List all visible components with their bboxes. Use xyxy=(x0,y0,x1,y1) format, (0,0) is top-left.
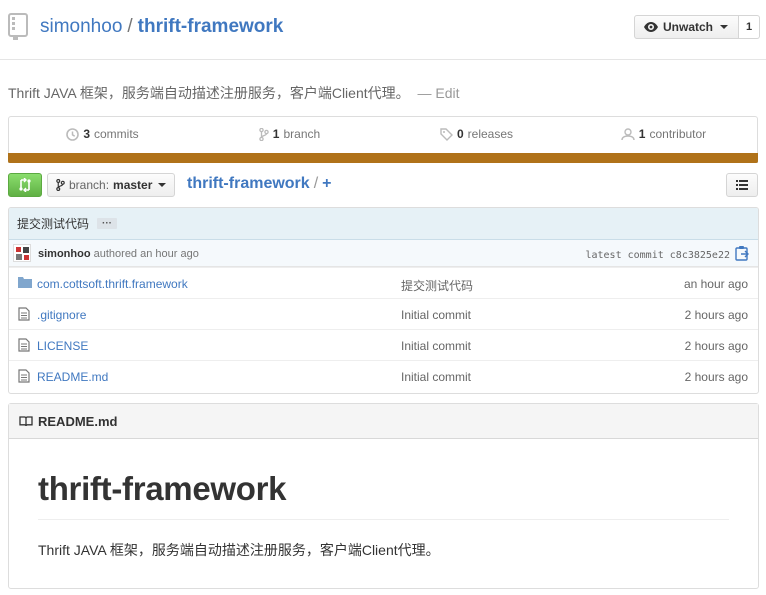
file-name-link[interactable]: com.cottsoft.thrift.framework xyxy=(37,277,188,291)
chevron-down-icon xyxy=(720,25,729,29)
branch-name: master xyxy=(113,178,153,192)
author-name-link[interactable]: simonhoo xyxy=(38,248,91,260)
list-view-button[interactable] xyxy=(726,173,758,197)
readme-divider xyxy=(38,519,729,520)
commit-tease: 提交测试代码 ··· xyxy=(9,208,758,240)
book-icon xyxy=(19,415,33,426)
repo-name-link[interactable]: thrift-framework xyxy=(138,16,284,37)
breadcrumb: thrift-framework / + xyxy=(187,175,331,193)
branch-icon xyxy=(259,127,269,141)
branch-icon xyxy=(56,179,65,191)
file-icon xyxy=(18,338,30,352)
latest-commit-label: latest commit xyxy=(585,250,664,261)
edit-description-link[interactable]: — Edit xyxy=(418,85,460,101)
commit-expand-button[interactable]: ··· xyxy=(97,218,118,229)
file-commit-message[interactable]: Initial commit xyxy=(401,339,471,353)
unwatch-label: Unwatch xyxy=(663,20,714,34)
repo-icon xyxy=(8,13,28,40)
commit-message-link[interactable]: 提交测试代码 xyxy=(17,215,89,232)
unwatch-button[interactable]: Unwatch xyxy=(634,15,740,39)
contributors-label: contributor xyxy=(649,127,707,141)
file-wrap: 提交测试代码 ··· simonhoo authored an hour ago… xyxy=(8,207,759,394)
breadcrumb-separator: / xyxy=(313,175,319,192)
readme-paragraph: Thrift JAVA 框架，服务端自动描述注册服务，客户端Client代理。 xyxy=(38,542,440,558)
branches-label: branch xyxy=(283,127,321,141)
readme: README.md thrift-framework Thrift JAVA 框… xyxy=(8,403,759,589)
eye-icon xyxy=(644,22,658,32)
commits-label: commits xyxy=(94,127,139,141)
branches-count: 1 xyxy=(272,127,280,141)
watchers-count[interactable]: 1 xyxy=(739,15,761,39)
repo-title-separator: / xyxy=(127,16,133,37)
file-row: .gitignore Initial commit 2 hours ago xyxy=(9,298,758,329)
file-age: an hour ago xyxy=(683,277,748,291)
language-color-bar[interactable] xyxy=(8,153,758,163)
file-age: 2 hours ago xyxy=(684,308,748,322)
readme-heading: thrift-framework xyxy=(38,470,287,507)
numbers-summary: 3 commits 1 branch 0 releases 1 contribu… xyxy=(8,116,758,163)
commit-meta: simonhoo authored an hour ago latest com… xyxy=(9,240,758,267)
folder-icon xyxy=(18,277,32,288)
file-age: 2 hours ago xyxy=(684,339,748,353)
repo-description: Thrift JAVA 框架，服务端自动描述注册服务，客户端Client代理。 … xyxy=(8,83,460,103)
file-name-link[interactable]: LICENSE xyxy=(37,339,88,353)
file-commit-message[interactable]: 提交测试代码 xyxy=(401,277,473,294)
list-unordered-icon xyxy=(736,180,748,190)
latest-commit: latest commit c8c3825e22 xyxy=(585,250,730,261)
breadcrumb-root-link[interactable]: thrift-framework xyxy=(187,175,310,192)
file-icon xyxy=(18,307,30,321)
file-commit-message[interactable]: Initial commit xyxy=(401,370,471,384)
commits-count: 3 xyxy=(83,127,90,141)
commit-author: simonhoo authored an hour ago xyxy=(38,248,199,260)
commit-sha-link[interactable]: c8c3825e22 xyxy=(670,250,730,261)
git-compare-icon xyxy=(19,178,31,192)
new-file-link[interactable]: + xyxy=(322,175,331,192)
readme-filename: README.md xyxy=(38,413,118,429)
releases-label: releases xyxy=(467,127,514,141)
file-row: com.cottsoft.thrift.framework 提交测试代码 an … xyxy=(9,267,758,298)
organization-icon xyxy=(621,127,635,140)
file-commit-message[interactable]: Initial commit xyxy=(401,308,471,322)
contributors-count: 1 xyxy=(638,127,646,141)
history-icon xyxy=(66,127,80,141)
branch-select-button[interactable]: branch: master xyxy=(47,173,176,197)
file-row: README.md Initial commit 2 hours ago xyxy=(9,360,758,391)
authored-time: authored an hour ago xyxy=(93,248,199,260)
compare-button[interactable] xyxy=(8,173,42,197)
file-name-link[interactable]: .gitignore xyxy=(37,308,86,322)
file-row: LICENSE Initial commit 2 hours ago xyxy=(9,329,758,360)
releases-count: 0 xyxy=(456,127,464,141)
avatar[interactable] xyxy=(13,244,31,262)
clippy-icon[interactable] xyxy=(735,245,749,261)
watch-group: Unwatch 1 xyxy=(634,15,761,39)
file-age: 2 hours ago xyxy=(684,370,748,384)
file-name-link[interactable]: README.md xyxy=(37,370,108,384)
chevron-down-icon xyxy=(158,183,167,187)
repo-owner-link[interactable]: simonhoo xyxy=(40,16,122,37)
readme-header: README.md xyxy=(9,404,758,439)
description-text: Thrift JAVA 框架，服务端自动描述注册服务，客户端Client代理。 xyxy=(8,85,410,101)
branch-label: branch: xyxy=(69,178,110,192)
repo-title: simonhoo / thrift-framework xyxy=(40,16,283,38)
tag-icon xyxy=(440,127,453,141)
file-icon xyxy=(18,369,30,383)
repo-header: simonhoo / thrift-framework Unwatch 1 xyxy=(0,0,766,60)
